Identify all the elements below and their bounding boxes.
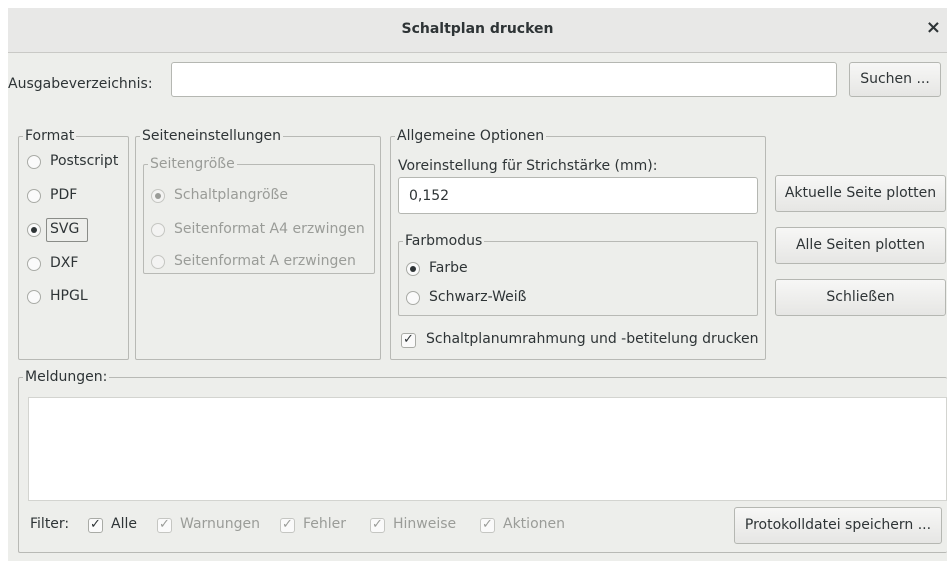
general-options-legend: Allgemeine Optionen xyxy=(395,127,547,145)
check-mark-icon: ✓ xyxy=(280,518,295,533)
radio-label: HPGL xyxy=(50,288,88,304)
output-directory-label: Ausgabeverzeichnis: xyxy=(8,76,153,92)
print-frame-label: Schaltplanumrahmung und -betitelung druc… xyxy=(426,331,759,347)
radio-label: Seitenformat A erzwingen xyxy=(174,253,356,269)
check-mark-icon: ✓ xyxy=(480,518,495,533)
page-settings-legend: Seiteneinstellungen xyxy=(140,127,284,145)
filter-label-errors: Fehler xyxy=(303,516,347,532)
radio-schematic-size xyxy=(151,189,165,203)
radio-label: Schaltplangröße xyxy=(174,187,288,203)
plot-current-page-button[interactable]: Aktuelle Seite plotten xyxy=(775,175,946,212)
messages-legend: Meldungen: xyxy=(23,368,110,386)
plot-all-pages-button[interactable]: Alle Seiten plotten xyxy=(775,227,946,264)
format-legend: Format xyxy=(23,127,77,145)
filter-label-hints: Hinweise xyxy=(393,516,457,532)
check-mark-icon[interactable]: ✓ xyxy=(88,518,103,533)
radio-svg[interactable] xyxy=(27,223,41,237)
filter-label-actions: Aktionen xyxy=(503,516,565,532)
radio-label: DXF xyxy=(50,255,79,271)
messages-textarea[interactable] xyxy=(28,397,947,501)
check-mark-icon: ✓ xyxy=(157,518,172,533)
radio-label: Seitenformat A4 erzwingen xyxy=(174,221,365,237)
radio-postscript[interactable] xyxy=(27,155,41,169)
radio-pdf[interactable] xyxy=(27,189,41,203)
format-group: Format xyxy=(18,127,129,360)
radio-dxf[interactable] xyxy=(27,257,41,271)
line-width-label: Voreinstellung für Strichstärke (mm): xyxy=(398,158,658,174)
filter-label: Filter: xyxy=(30,516,70,532)
close-button[interactable]: Schließen xyxy=(775,279,946,316)
print-schematic-dialog: Schaltplan drucken × Ausgabeverzeichnis:… xyxy=(8,8,947,561)
browse-button[interactable]: Suchen ... xyxy=(849,62,941,97)
radio-label: Farbe xyxy=(429,260,468,276)
filter-label-all: Alle xyxy=(111,516,137,532)
radio-label: Postscript xyxy=(50,153,119,169)
radio-label: PDF xyxy=(50,187,78,203)
filter-label-warnings: Warnungen xyxy=(180,516,261,532)
save-log-button[interactable]: Protokolldatei speichern ... xyxy=(734,507,942,544)
color-mode-legend: Farbmodus xyxy=(403,232,485,250)
output-directory-input[interactable] xyxy=(171,62,837,97)
check-mark-icon[interactable]: ✓ xyxy=(401,333,416,348)
radio-label: SVG xyxy=(50,221,80,237)
radio-black-white[interactable] xyxy=(406,291,420,305)
window-title: Schaltplan drucken xyxy=(401,21,554,37)
radio-force-a4 xyxy=(151,223,165,237)
radio-force-a xyxy=(151,255,165,269)
radio-color[interactable] xyxy=(406,262,420,276)
radio-hpgl[interactable] xyxy=(27,290,41,304)
close-icon[interactable]: × xyxy=(926,18,941,38)
page-size-legend: Seitengröße xyxy=(148,155,237,173)
line-width-input[interactable] xyxy=(398,177,758,214)
radio-label: Schwarz-Weiß xyxy=(429,289,527,305)
title-bar: Schaltplan drucken × xyxy=(8,8,947,53)
check-mark-icon: ✓ xyxy=(370,518,385,533)
